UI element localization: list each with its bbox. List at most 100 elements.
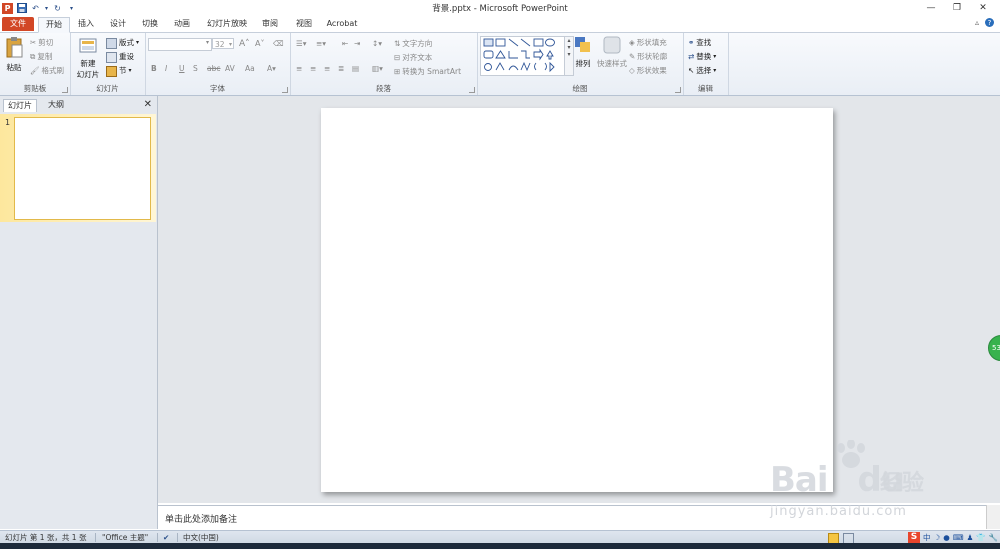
bold-button[interactable]: B [151, 63, 157, 75]
quick-styles-button[interactable]: 快速样式 [596, 36, 628, 69]
align-text-button[interactable]: ⊟ 对齐文本 [394, 52, 432, 64]
distributed-button[interactable]: ▤ [352, 63, 359, 75]
decrease-indent-button[interactable]: ⇤ [342, 38, 348, 50]
change-case-button[interactable]: Aa [245, 63, 255, 75]
tab-design[interactable]: 设计 [104, 17, 132, 31]
ime-soft-keyboard-icon[interactable]: ⌨ [953, 533, 964, 542]
shrink-font-button[interactable]: A˅ [255, 38, 264, 50]
align-right-button[interactable]: ≡ [324, 63, 330, 75]
slide-thumbnail-selected[interactable]: 1 [0, 114, 156, 222]
italic-button[interactable]: I [165, 63, 167, 75]
tab-review[interactable]: 审阅 [256, 17, 284, 31]
chevron-down-icon: ▾ [228, 41, 232, 48]
slides-pane-tabs: 幻灯片 大纲 ✕ [0, 99, 157, 112]
paragraph-launcher-icon[interactable] [469, 87, 475, 93]
ime-halfwidth-icon[interactable]: ● [943, 533, 950, 542]
cut-button[interactable]: ✂ 剪切 [30, 37, 53, 49]
powerpoint-logo-icon[interactable]: P [2, 2, 13, 14]
slide-canvas[interactable] [321, 108, 833, 492]
close-pane-icon[interactable]: ✕ [144, 99, 152, 111]
tab-transitions[interactable]: 切换 [136, 17, 164, 31]
undo-icon[interactable]: ↶ [30, 3, 41, 14]
replace-button[interactable]: ⇄ 替换 ▾ [688, 51, 716, 63]
ime-tools-icon[interactable]: 🔧 [989, 533, 998, 542]
close-button[interactable]: ✕ [970, 0, 996, 16]
font-size-dropdown[interactable]: 32 ▾ [212, 38, 234, 49]
shape-outline-button[interactable]: ✎ 形状轮廓 [629, 51, 667, 63]
status-language[interactable]: 中文(中国) [183, 532, 219, 543]
paste-button[interactable]: 粘贴 [3, 36, 25, 73]
grow-font-icon: A˄ [239, 39, 250, 49]
redo-icon[interactable]: ↻ [52, 3, 63, 14]
minimize-ribbon-icon[interactable]: ▵ [975, 18, 979, 27]
clear-format-button[interactable]: ⌫ [273, 38, 284, 50]
find-button[interactable]: ⚭ 查找 [688, 37, 711, 49]
numbering-button[interactable]: ≡▾ [316, 38, 326, 50]
group-paragraph: ☰▾ ≡▾ ⇤ ⇥ ↕▾ ⇅ 文字方向 ⊟ 对齐文本 ⊞ 转换为 SmartArt ≡… [290, 33, 478, 95]
quick-styles-label: 快速样式 [597, 59, 627, 68]
strikethrough-button[interactable]: abc [207, 63, 220, 75]
reset-button[interactable]: 重设 [106, 51, 134, 63]
notes-scrollbar[interactable] [986, 505, 1000, 529]
notes-pane[interactable]: 单击此处添加备注 [158, 505, 986, 530]
find-label: 查找 [696, 38, 712, 47]
font-launcher-icon[interactable] [282, 87, 288, 93]
layout-button[interactable]: 版式 ▾ [106, 37, 139, 49]
shapes-gallery[interactable] [480, 36, 566, 76]
minimize-button[interactable]: — [918, 0, 944, 16]
restore-button[interactable]: ❐ [944, 0, 970, 16]
shape-fill-button[interactable]: ◈ 形状填充 [629, 37, 667, 49]
slide-thumbnail[interactable] [14, 117, 151, 220]
reset-label: 重设 [119, 52, 134, 61]
ime-user-icon[interactable]: ♟ [967, 533, 974, 542]
tab-animations[interactable]: 动画 [168, 17, 196, 31]
cut-label: 剪切 [38, 38, 54, 47]
new-slide-button[interactable]: 新建 幻灯片 [73, 36, 103, 80]
tab-slides-pane[interactable]: 幻灯片 [3, 99, 37, 112]
format-painter-button[interactable]: 🖌 格式刷 [30, 65, 64, 77]
tab-outline-pane[interactable]: 大纲 [44, 99, 68, 111]
increase-indent-button[interactable]: ⇥ [354, 38, 360, 50]
justify-button[interactable]: ≣ [338, 63, 344, 75]
spellcheck-icon[interactable]: ✔ [163, 532, 169, 543]
ime-punctuation-icon[interactable]: ☽ [933, 533, 940, 542]
line-spacing-button[interactable]: ↕▾ [372, 38, 382, 50]
help-icon[interactable]: ? [985, 18, 994, 27]
increase-indent-icon: ⇥ [354, 39, 361, 48]
copy-button[interactable]: ⧉ 复制 [30, 51, 52, 63]
editing-group-label: 编辑 [698, 84, 713, 93]
font-name-dropdown[interactable]: ▾ [148, 38, 212, 51]
sogou-ime-icon[interactable]: S [907, 532, 920, 543]
char-spacing-button[interactable]: AV [225, 63, 235, 75]
binoculars-icon: ⚭ [688, 38, 695, 47]
align-center-button[interactable]: ≡ [310, 63, 316, 75]
smartart-button[interactable]: ⊞ 转换为 SmartArt [394, 66, 461, 78]
columns-button[interactable]: ▥▾ [372, 63, 383, 75]
save-icon[interactable] [16, 3, 27, 14]
tab-file[interactable]: 文件 [2, 17, 34, 31]
section-button[interactable]: 节 ▾ [106, 65, 132, 77]
tab-slideshow[interactable]: 幻灯片放映 [202, 17, 252, 31]
bullets-button[interactable]: ☰▾ [296, 38, 307, 50]
underline-button[interactable]: U [179, 63, 185, 75]
drawing-launcher-icon[interactable] [675, 87, 681, 93]
text-direction-button[interactable]: ⇅ 文字方向 [394, 38, 432, 50]
shape-effects-button[interactable]: ◇ 形状效果 [629, 65, 667, 77]
shadow-button[interactable]: S [193, 63, 198, 75]
tab-acrobat[interactable]: Acrobat [322, 17, 362, 31]
cut-icon: ✂ [30, 38, 37, 47]
undo-dropdown-icon[interactable]: ▾ [44, 3, 49, 14]
grow-font-button[interactable]: A˄ [239, 38, 250, 50]
arrange-button[interactable]: 排列 [573, 36, 593, 69]
font-color-button[interactable]: A▾ [267, 63, 276, 75]
align-left-button[interactable]: ≡ [296, 63, 302, 75]
customize-qat-icon[interactable]: ▾ [66, 3, 77, 14]
tab-insert[interactable]: 插入 [72, 17, 100, 31]
tab-view[interactable]: 视图 [290, 17, 318, 31]
select-button[interactable]: ↖ 选择 ▾ [688, 65, 716, 77]
status-theme[interactable]: "Office 主题" [102, 532, 148, 543]
clipboard-launcher-icon[interactable] [62, 87, 68, 93]
ime-chinese-mode[interactable]: 中 [923, 532, 931, 543]
tab-home[interactable]: 开始 [38, 17, 70, 33]
ime-skin-icon[interactable]: 👕 [976, 533, 985, 542]
